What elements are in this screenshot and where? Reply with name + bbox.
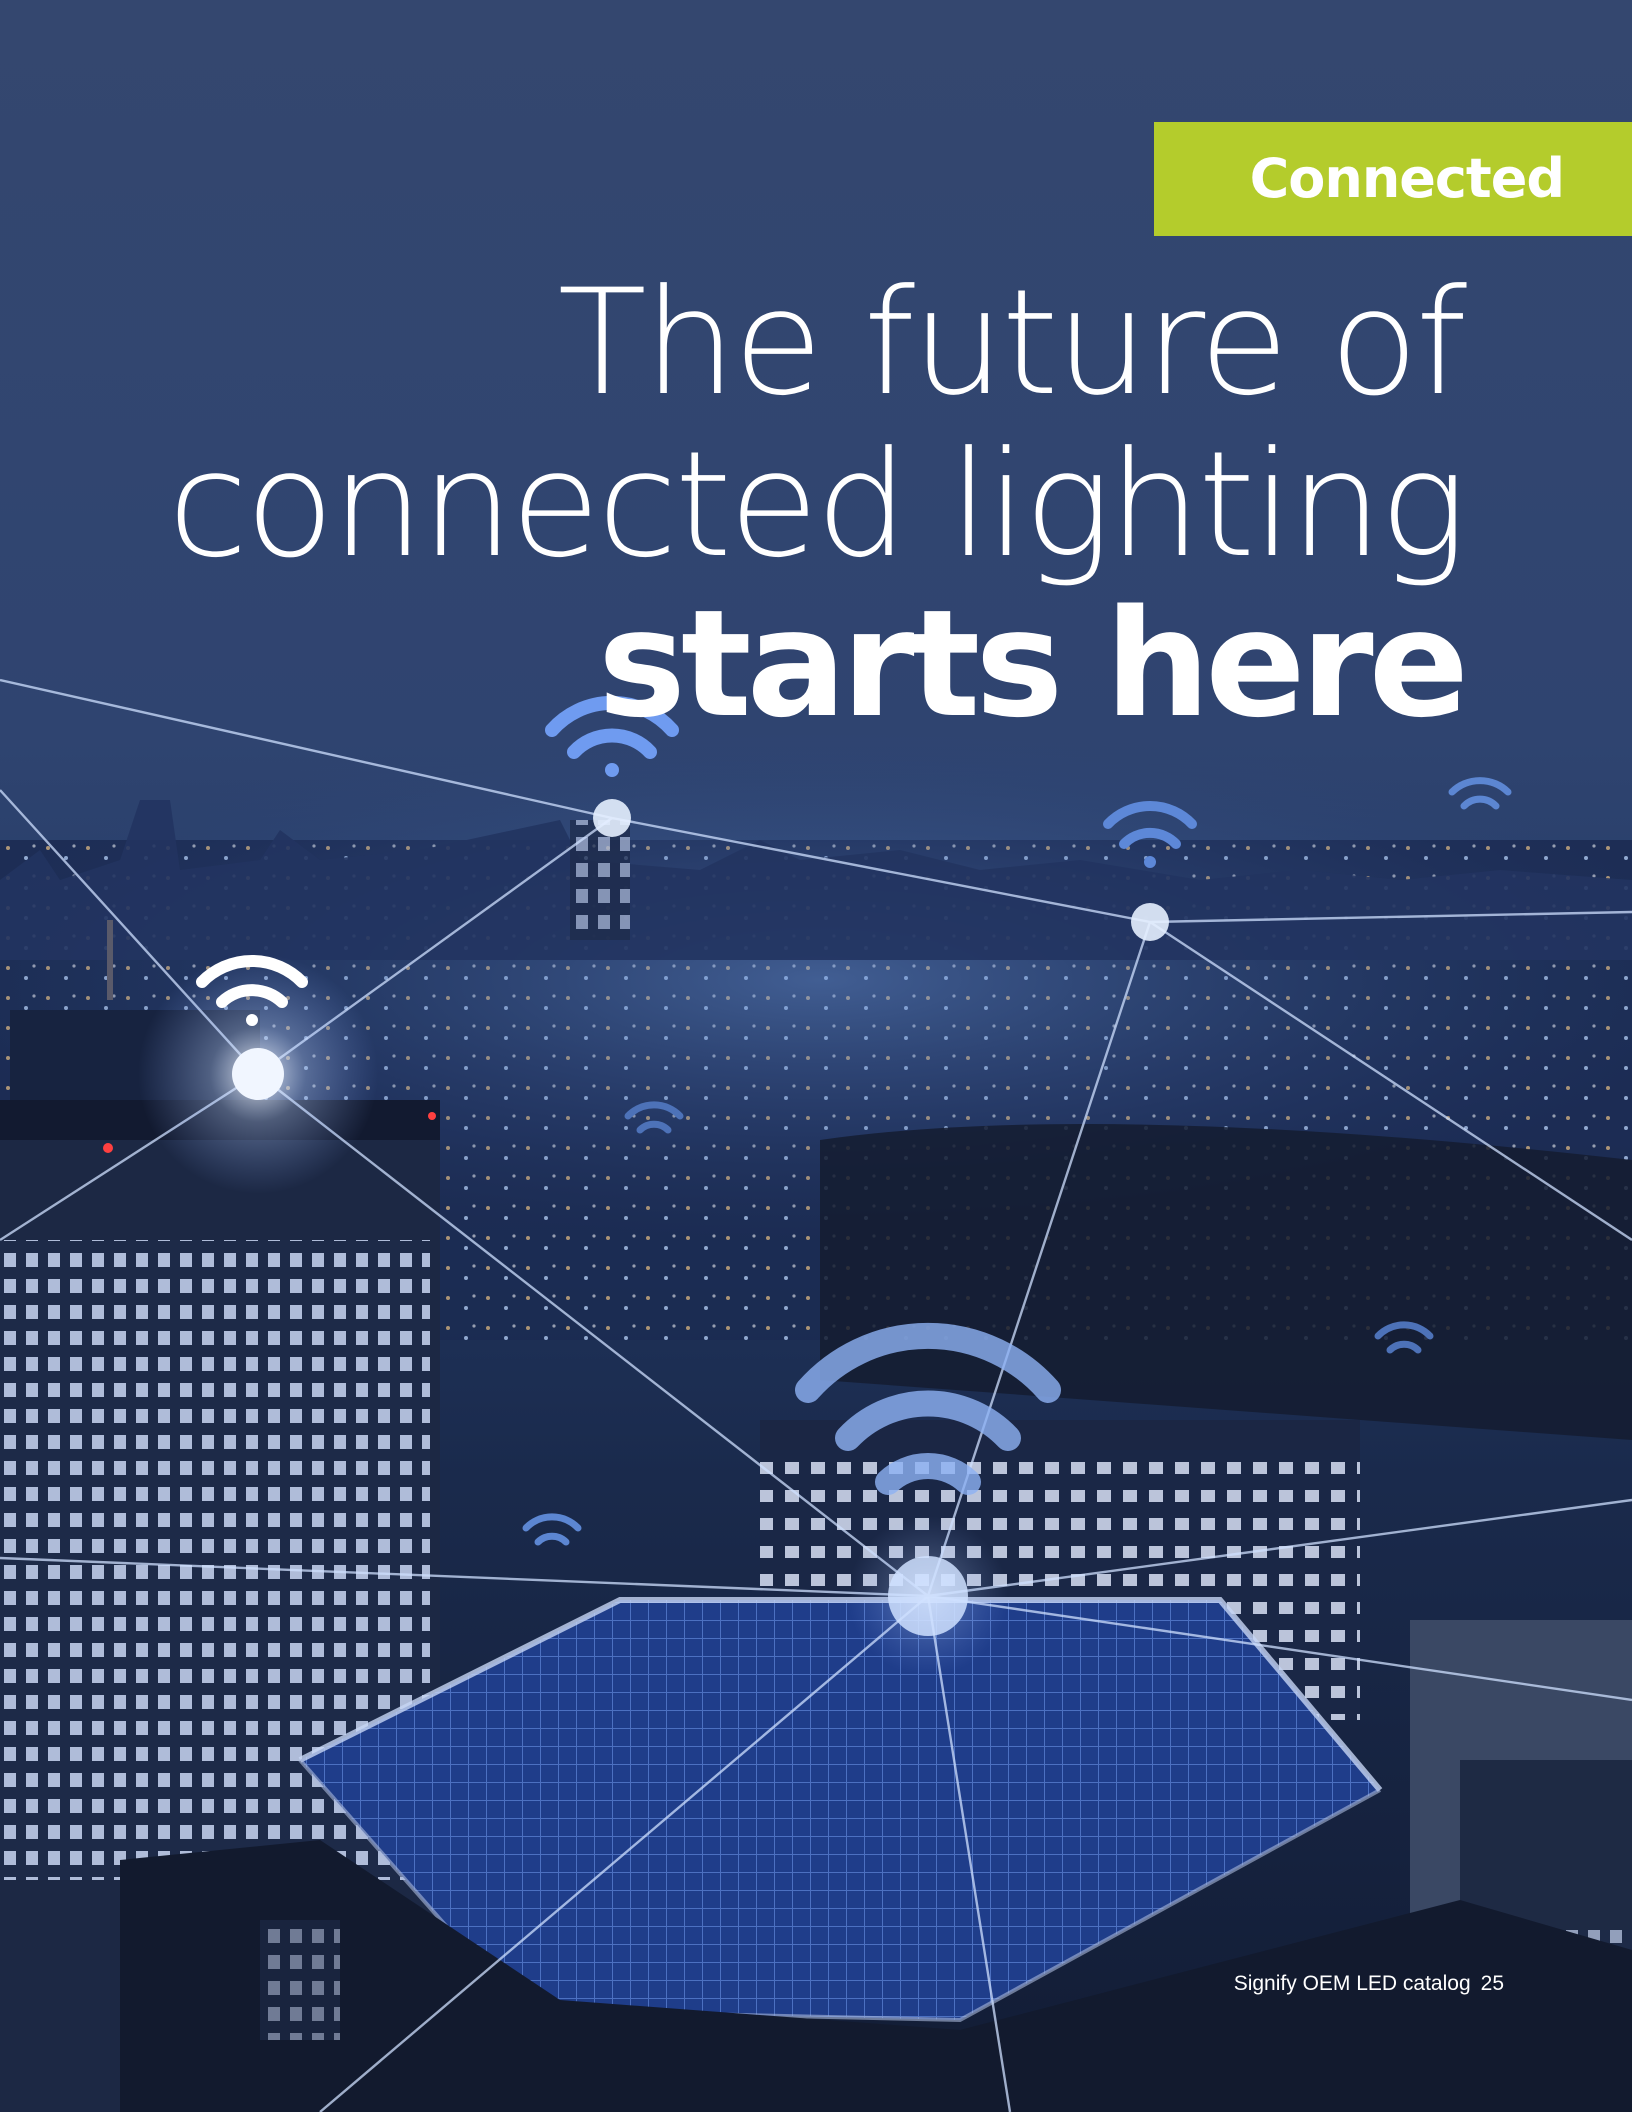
section-tag-label: Connected bbox=[1249, 147, 1565, 210]
page-number: 25 bbox=[1480, 1972, 1504, 1995]
headline-line-1: The future of bbox=[557, 258, 1467, 428]
section-tag: Connected bbox=[1154, 122, 1632, 236]
publication-name: Signify OEM LED catalog bbox=[1233, 1972, 1471, 1995]
page-footer: Signify OEM LED catalog 25 bbox=[1234, 1972, 1504, 1996]
headline-line-3: starts here bbox=[597, 578, 1469, 750]
headline-line-2: connected lighting bbox=[167, 420, 1467, 590]
headline: The future of connected lighting starts … bbox=[0, 258, 1469, 750]
catalog-page: Connected The future of connected lighti… bbox=[0, 0, 1632, 2112]
